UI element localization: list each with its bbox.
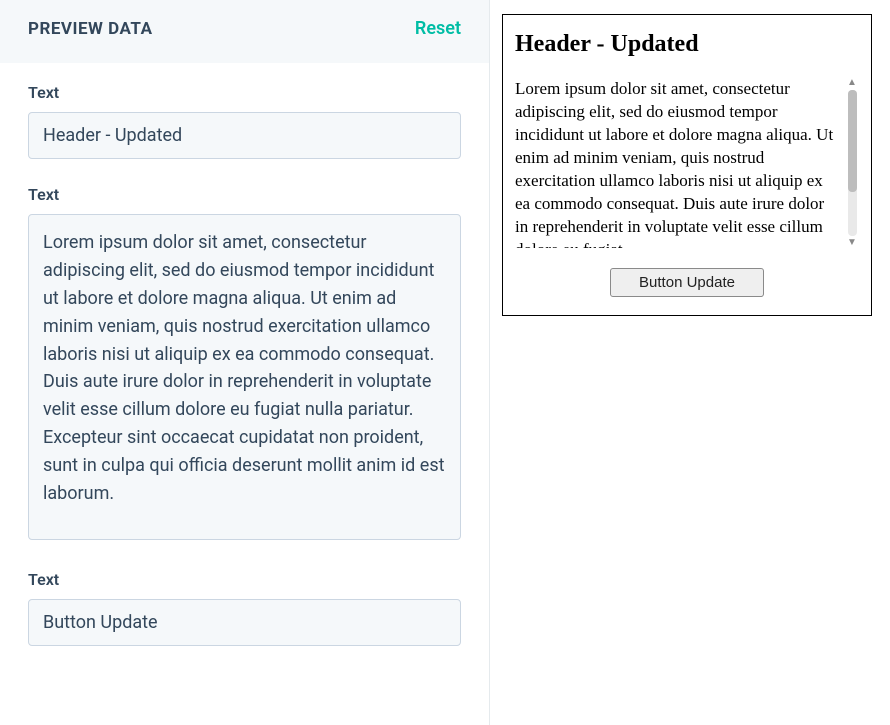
header-text-input[interactable] <box>28 112 461 159</box>
field-group-header: Text <box>28 83 461 159</box>
form-body: Text Text Text <box>0 63 489 692</box>
panel-title: PREVIEW DATA <box>28 19 153 39</box>
preview-data-panel: PREVIEW DATA Reset Text Text Text <box>0 0 490 725</box>
preview-body-text: Lorem ipsum dolor sit amet, consectetur … <box>515 78 843 248</box>
panel-header: PREVIEW DATA Reset <box>0 0 489 63</box>
preview-header: Header - Updated <box>515 31 859 58</box>
scroll-up-icon[interactable]: ▲ <box>847 78 857 88</box>
preview-pane: Header - Updated Lorem ipsum dolor sit a… <box>490 0 890 725</box>
preview-scrollbar[interactable]: ▲ ▼ <box>845 78 859 248</box>
body-text-input[interactable] <box>28 214 461 540</box>
field-group-body: Text <box>28 185 461 544</box>
scroll-thumb[interactable] <box>848 90 857 192</box>
preview-frame: Header - Updated Lorem ipsum dolor sit a… <box>502 14 872 316</box>
field-label: Text <box>28 185 461 204</box>
field-label: Text <box>28 570 461 589</box>
field-label: Text <box>28 83 461 102</box>
scroll-track[interactable] <box>848 90 857 236</box>
scroll-down-icon[interactable]: ▼ <box>847 238 857 248</box>
preview-action-button[interactable]: Button Update <box>610 268 764 297</box>
field-group-button: Text <box>28 570 461 646</box>
button-text-input[interactable] <box>28 599 461 646</box>
preview-body-wrap: Lorem ipsum dolor sit amet, consectetur … <box>515 78 859 248</box>
reset-button[interactable]: Reset <box>415 18 461 39</box>
preview-button-row: Button Update <box>515 268 859 297</box>
